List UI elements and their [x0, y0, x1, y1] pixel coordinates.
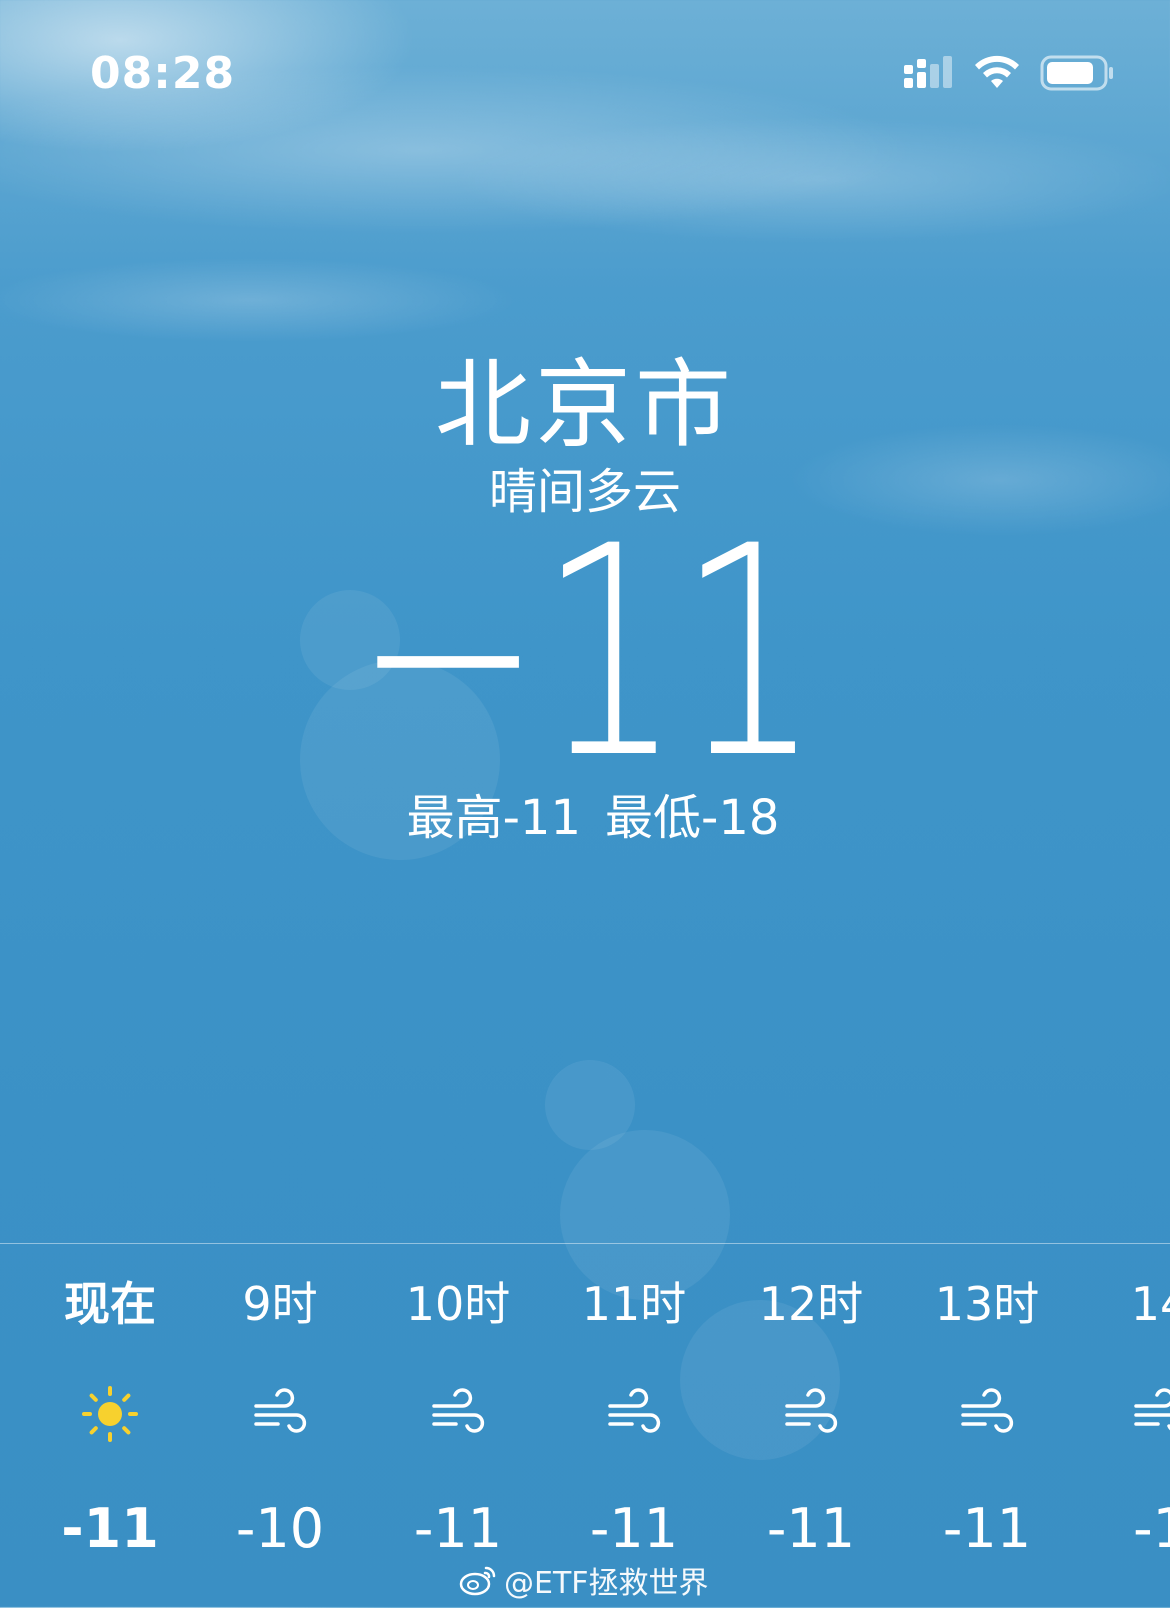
weibo-logo-icon [459, 1566, 496, 1596]
hour-temperature: -11 [942, 1497, 1032, 1560]
hour-time: 11时 [581, 1277, 687, 1331]
sun-icon [82, 1386, 138, 1442]
status-time: 08:28 [90, 48, 236, 99]
wind-icon [785, 1388, 838, 1433]
current-temperature: −11 [353, 485, 821, 822]
hour-temperature: -11 [413, 1497, 503, 1560]
status-icons [902, 54, 1116, 92]
hour-time: 12时 [758, 1277, 864, 1331]
watermark: @ETF拯救世界 [458, 1558, 709, 1602]
cellular-signal-icon [904, 56, 952, 88]
current-weather: 北京市 晴间多云 −11 最高-11 最低-18 [0, 350, 1170, 848]
wifi-icon [975, 55, 1019, 88]
hour-temperature: -11 [589, 1497, 679, 1560]
hour-time: 14 [1130, 1277, 1170, 1331]
wind-icon [254, 1388, 307, 1433]
wind-icon [1134, 1388, 1170, 1431]
hour-temperature: -1 [1133, 1497, 1170, 1560]
hour-time: 13时 [934, 1277, 1040, 1331]
current-temperature-wrap: −11 [0, 485, 1170, 822]
hour-time: 现在 [64, 1277, 156, 1331]
hour-temperature: -10 [235, 1497, 325, 1560]
status-bar: 08:28 [0, 0, 1170, 150]
battery-icon [1040, 55, 1113, 91]
hour-time: 10时 [405, 1277, 511, 1331]
city-name: 北京市 [435, 349, 735, 461]
wind-icon [432, 1388, 485, 1433]
hour-temperature: -11 [766, 1497, 856, 1560]
hour-time: 9时 [242, 1277, 318, 1331]
watermark-text: @ETF拯救世界 [504, 1566, 709, 1601]
wind-icon [608, 1388, 661, 1433]
hourly-forecast[interactable]: 现在 -11 9时 -10 10时 -11 11时 -11 12时 -11 13… [0, 1243, 1170, 1608]
wind-icon [961, 1388, 1014, 1433]
hour-temperature: -11 [61, 1497, 159, 1560]
